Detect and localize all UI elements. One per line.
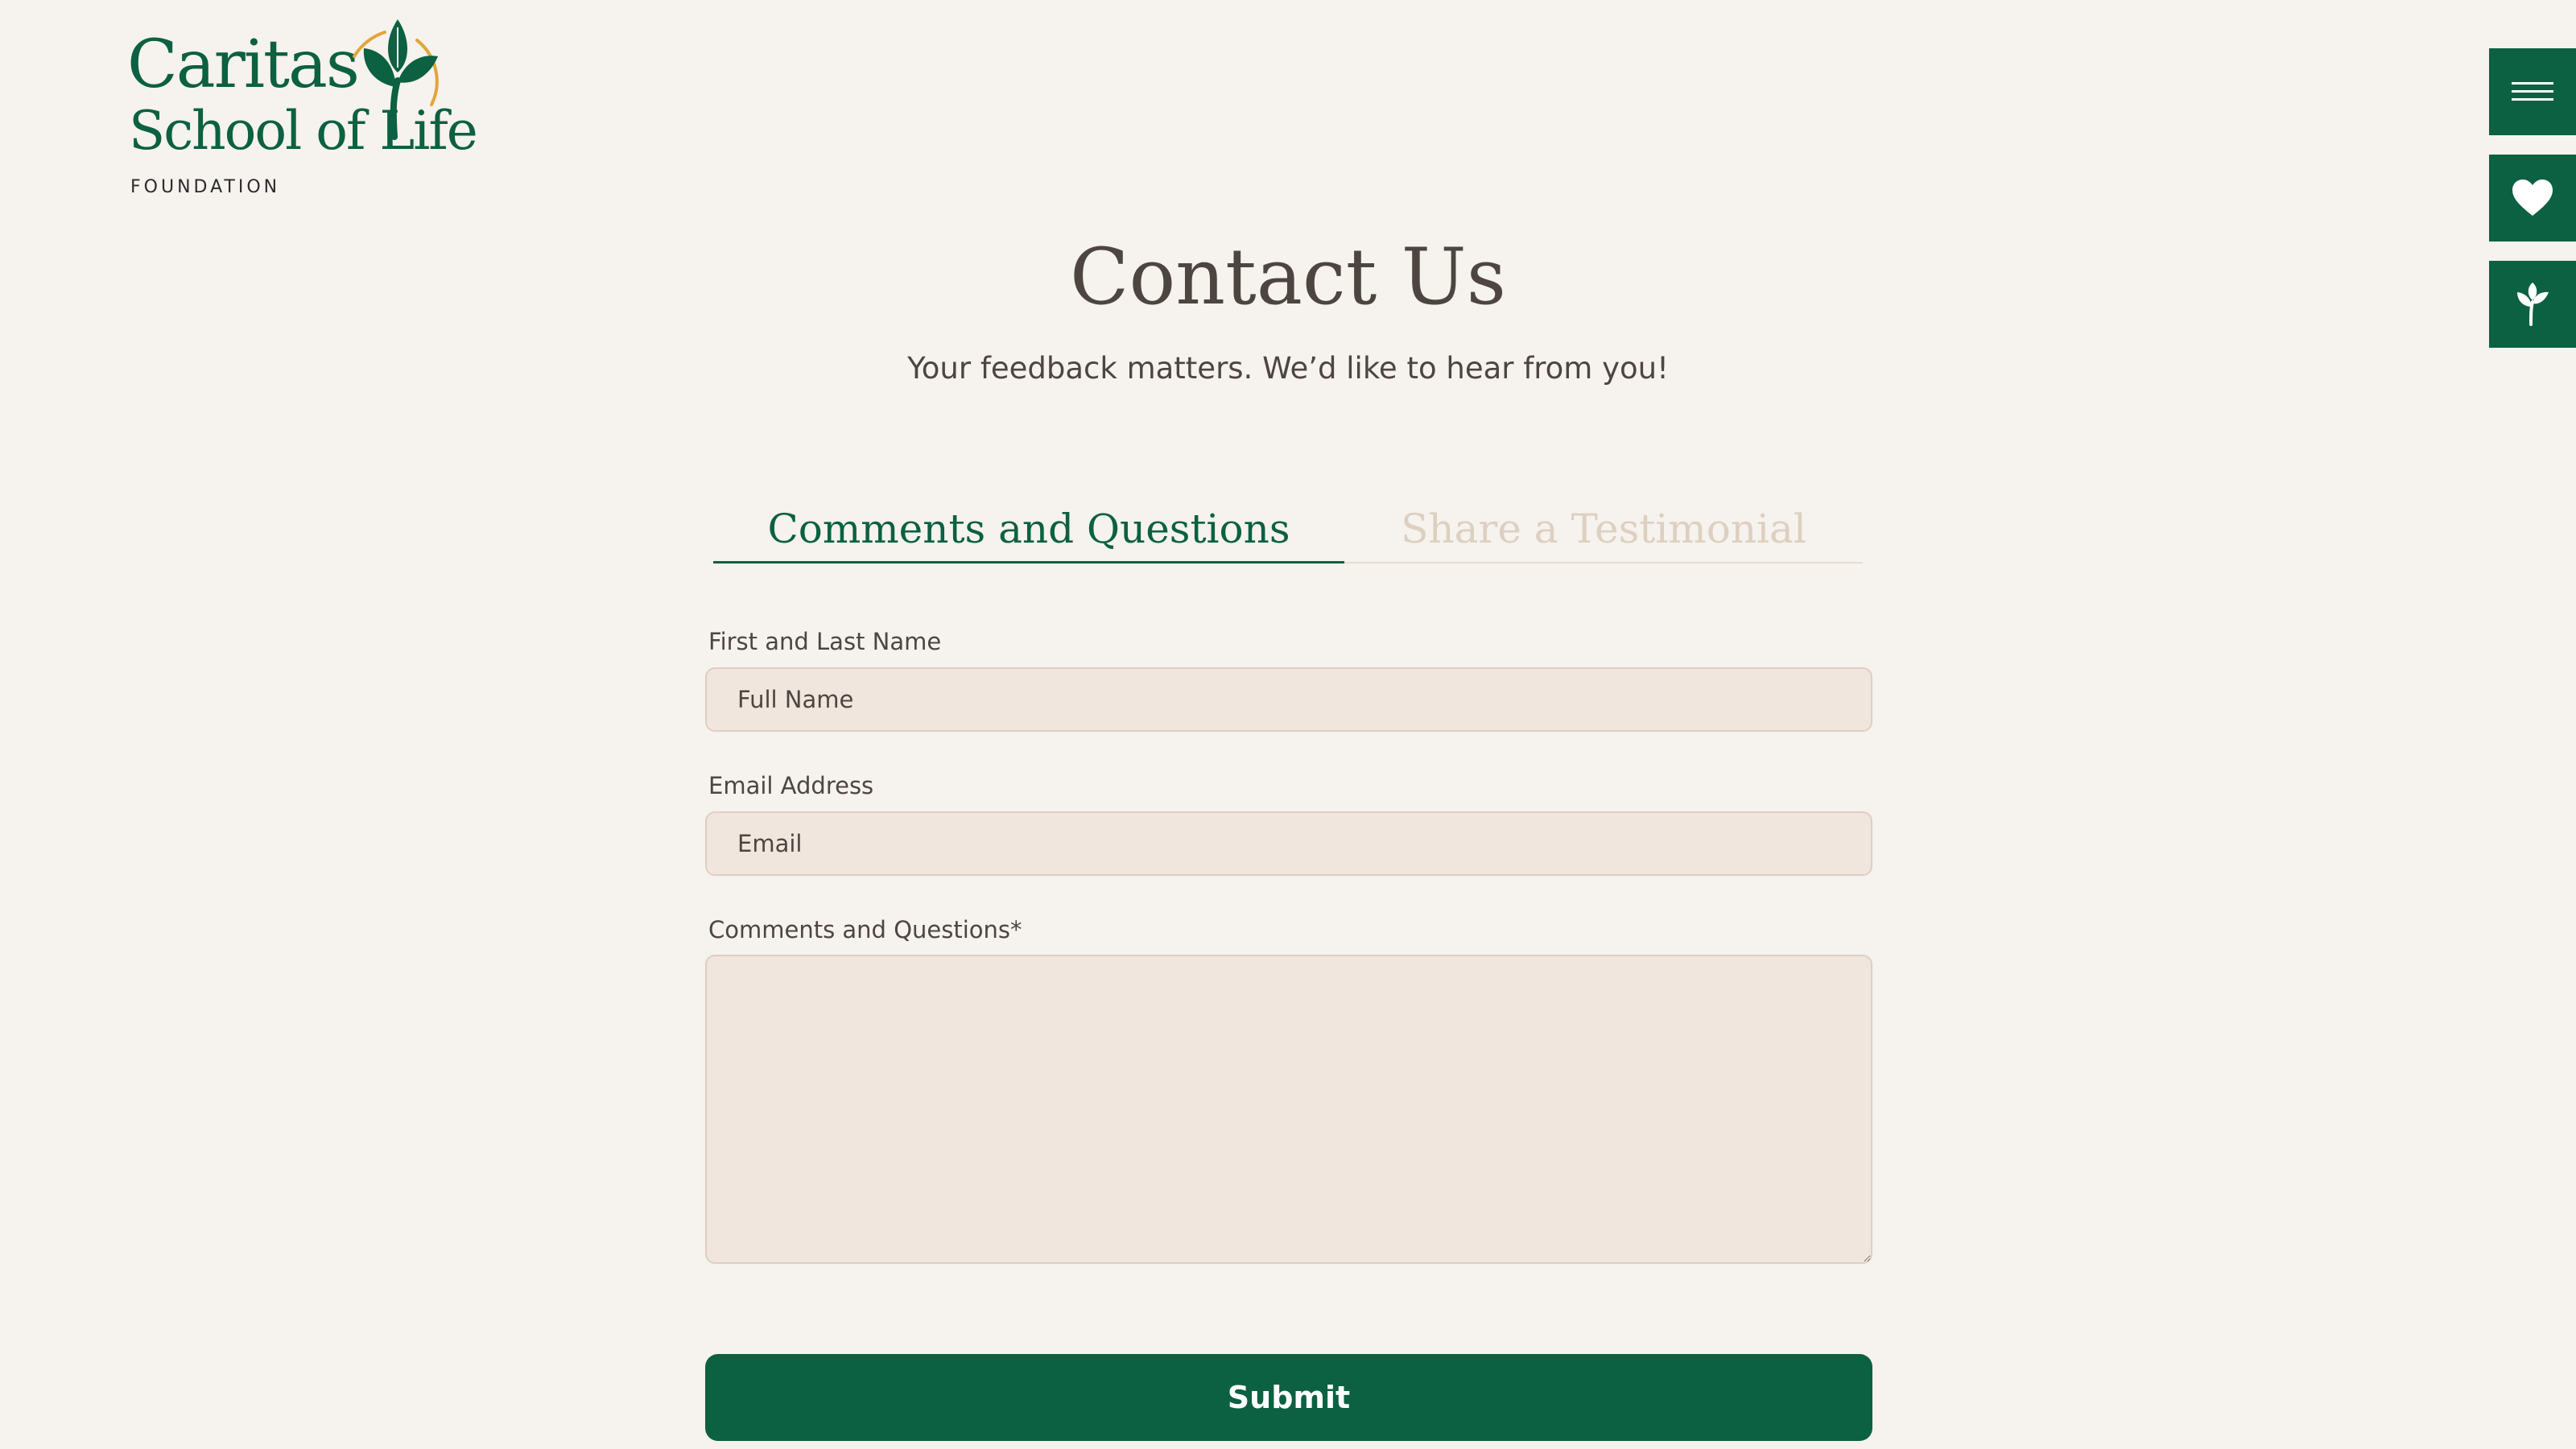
- name-field-group: First and Last Name: [705, 628, 1872, 732]
- contact-form: First and Last Name Email Address Commen…: [705, 628, 1872, 1442]
- comments-field-group: Comments and Questions*: [705, 916, 1872, 1265]
- page-subtitle: Your feedback matters. We’d like to hear…: [907, 351, 1669, 386]
- email-field-label: Email Address: [708, 771, 874, 799]
- logo-wordmark-caritas: Caritas: [127, 27, 360, 103]
- sprout-logo-icon: [353, 19, 439, 140]
- submit-button[interactable]: Submit: [705, 1354, 1872, 1442]
- tab-comments-and-questions[interactable]: Comments and Questions: [713, 507, 1344, 564]
- heart-icon: [2512, 180, 2553, 216]
- form-tabs: Comments and Questions Share a Testimoni…: [713, 507, 1863, 565]
- email-input[interactable]: [705, 811, 1872, 876]
- hamburger-menu-icon: [2512, 82, 2553, 101]
- comments-field-label: Comments and Questions*: [708, 915, 1022, 943]
- email-field-group: Email Address: [705, 772, 1872, 876]
- tab-share-a-testimonial[interactable]: Share a Testimonial: [1344, 507, 1863, 564]
- comments-textarea[interactable]: [705, 955, 1872, 1265]
- logo-wordmark-foundation: FOUNDATION: [130, 177, 281, 197]
- menu-button[interactable]: [2489, 48, 2576, 135]
- name-field-label: First and Last Name: [708, 628, 942, 655]
- site-logo[interactable]: Caritas School of Life FOUNDATION: [127, 16, 481, 201]
- page-title: Contact Us: [1070, 232, 1506, 322]
- donate-button[interactable]: [2489, 155, 2576, 242]
- full-name-input[interactable]: [705, 667, 1872, 732]
